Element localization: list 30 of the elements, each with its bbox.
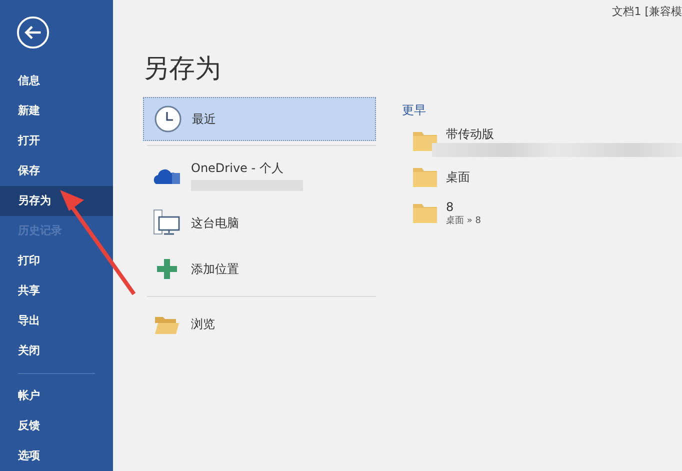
section-heading: 更早 (402, 102, 427, 119)
sidebar-item[interactable]: 另存为 (0, 186, 113, 216)
location-item[interactable]: OneDrive - 个人 (143, 150, 376, 200)
sidebar-item[interactable]: 反馈 (0, 411, 113, 441)
page-title: 另存为 (143, 53, 222, 86)
window-title: 文档1 [兼容模 (612, 4, 682, 19)
folder-icon (412, 130, 438, 152)
sidebar-item[interactable]: 导出 (0, 306, 113, 336)
sidebar-item[interactable]: 共享 (0, 276, 113, 306)
folder-icon (412, 202, 438, 224)
folder-name: 8 (446, 200, 455, 214)
folder-name: 带传动版 (446, 126, 495, 142)
sidebar-item[interactable]: 打开 (0, 126, 113, 156)
sidebar-item[interactable]: 帐户 (0, 381, 113, 411)
folder-path: 桌面 » 8 (446, 214, 481, 226)
sidebar-item[interactable]: 关闭 (0, 336, 113, 366)
sidebar-item[interactable]: 保存 (0, 156, 113, 186)
sidebar-item[interactable]: 选项 (0, 441, 113, 471)
sidebar-item[interactable]: 新建 (0, 96, 113, 126)
location-item[interactable]: 添加位置 (143, 246, 376, 292)
sidebar-item[interactable]: 打印 (0, 246, 113, 276)
folder-name: 桌面 (446, 168, 470, 186)
location-item[interactable]: 最近 (143, 97, 376, 141)
recent-folder-item[interactable]: 带传动版 (402, 123, 682, 159)
sidebar-item[interactable]: 信息 (0, 66, 113, 96)
recent-folder-item[interactable]: 桌面 (402, 159, 682, 195)
location-item[interactable]: 浏览 (143, 301, 376, 347)
recent-folder-item[interactable]: 8 桌面 » 8 (402, 195, 682, 231)
location-item[interactable]: 这台电脑 (143, 200, 376, 246)
folder-icon (412, 166, 438, 188)
